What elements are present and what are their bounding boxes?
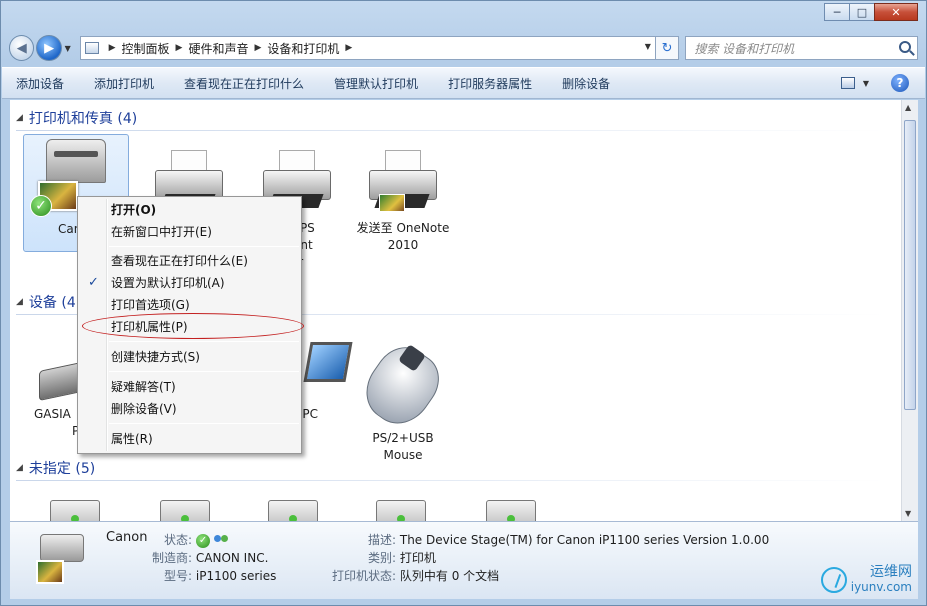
- section-printers-title: 打印机和传真 (4): [28, 111, 138, 127]
- details-model: 型号: iP1100 series: [164, 569, 277, 583]
- forward-arrow-icon[interactable]: ▶: [36, 35, 62, 61]
- address-dropdown-icon[interactable]: ▼: [645, 42, 651, 51]
- printer-icon: [365, 150, 441, 214]
- search-input[interactable]: 搜索 设备和打印机: [685, 36, 918, 60]
- section-unspecified-title: 未指定 (5): [28, 461, 96, 477]
- unspecified-device-icon[interactable]: [160, 500, 210, 521]
- control-panel-icon: [84, 42, 99, 54]
- vertical-scrollbar[interactable]: ▲ ▼: [901, 100, 918, 521]
- details-manufacturer: 制造商: CANON INC.: [152, 551, 269, 565]
- unspecified-device-icon[interactable]: [486, 500, 536, 521]
- address-row: ◀ ▶ ▼ ▶ 控制面板 ▶ 硬件和声音 ▶ 设备和打印机 ▶ ▼ ↻ 搜索 设…: [9, 33, 918, 63]
- toolbar-right: ▼ ?: [840, 74, 909, 92]
- menu-separator: [109, 423, 299, 424]
- view-dropdown-icon[interactable]: ▼: [863, 79, 869, 88]
- unspecified-device-icon[interactable]: [376, 500, 426, 521]
- maximize-button[interactable]: □: [849, 3, 875, 21]
- collapse-triangle-icon[interactable]: ◢: [16, 113, 23, 123]
- manage-default-printers-button[interactable]: 管理默认打印机: [334, 75, 418, 92]
- menu-item-open-new-window[interactable]: 在新窗口中打开(E): [80, 221, 299, 243]
- add-device-button[interactable]: 添加设备: [16, 75, 64, 92]
- remove-device-button[interactable]: 删除设备: [562, 75, 610, 92]
- device-label-line: 发送至 OneNote: [356, 221, 450, 235]
- help-icon[interactable]: ?: [891, 74, 909, 92]
- breadcrumb-devices-printers[interactable]: 设备和打印机: [267, 40, 339, 57]
- device-onenote-printer[interactable]: 发送至 OneNote 2010: [350, 150, 456, 254]
- search-icon[interactable]: [899, 41, 911, 53]
- details-pane: Canon 状态: ✓ 制造商: CANON INC. 型号: iP1100 se…: [10, 521, 918, 599]
- checkmark-icon: ✓: [88, 275, 99, 290]
- scroll-up-icon[interactable]: ▲: [905, 103, 911, 112]
- shared-users-icon: [214, 534, 230, 548]
- menu-item-properties[interactable]: 属性(R): [80, 428, 299, 450]
- mouse-icon: [353, 336, 451, 436]
- menu-item-troubleshoot[interactable]: 疑难解答(T): [80, 376, 299, 398]
- watermark: 运维网 iyunv.com: [820, 565, 912, 595]
- caption-buttons: ─ □ ✕: [824, 3, 918, 21]
- address-bar[interactable]: ▶ 控制面板 ▶ 硬件和声音 ▶ 设备和打印机 ▶ ▼: [79, 36, 656, 60]
- menu-item-create-shortcut[interactable]: 创建快捷方式(S): [80, 346, 299, 368]
- menu-item-remove-device[interactable]: 删除设备(V): [80, 398, 299, 420]
- details-category: 类别: 打印机: [368, 551, 436, 565]
- breadcrumb-control-panel[interactable]: 控制面板: [122, 40, 170, 57]
- minimize-button[interactable]: ─: [824, 3, 850, 21]
- section-devices-title: 设备 (4: [28, 295, 76, 311]
- explorer-window: ─ □ ✕ ◀ ▶ ▼ ▶ 控制面板 ▶ 硬件和声音 ▶ 设备和打印机 ▶ ▼ …: [0, 0, 927, 606]
- back-arrow-icon[interactable]: ◀: [9, 35, 35, 61]
- add-printer-button[interactable]: 添加打印机: [94, 75, 154, 92]
- breadcrumb-hardware-sound[interactable]: 硬件和声音: [188, 40, 248, 57]
- default-printer-check-icon: ✓: [30, 195, 52, 217]
- device-mouse[interactable]: PS/2+USB Mouse: [350, 336, 456, 464]
- see-whats-printing-button[interactable]: 查看现在正在打印什么: [184, 75, 304, 92]
- section-unspecified-header[interactable]: ◢ 未指定 (5): [16, 458, 886, 481]
- command-bar: 添加设备 添加打印机 查看现在正在打印什么 管理默认打印机 打印服务器属性 删除…: [2, 67, 925, 99]
- close-button[interactable]: ✕: [874, 3, 918, 21]
- device-label-line: 2010: [387, 238, 419, 252]
- status-ok-icon: ✓: [196, 533, 211, 548]
- highlight-ellipse-annotation: [82, 313, 304, 339]
- menu-separator: [109, 341, 299, 342]
- unspecified-device-icon[interactable]: [50, 500, 100, 521]
- section-printers-header[interactable]: ◢ 打印机和传真 (4): [16, 108, 886, 131]
- watermark-logo-icon: [820, 567, 847, 593]
- details-description: 描述: The Device Stage(TM) for Canon iP110…: [368, 533, 770, 547]
- menu-separator: [109, 371, 299, 372]
- details-device-name: Canon: [106, 530, 148, 545]
- details-printer-status: 打印机状态: 队列中有 0 个文档: [332, 569, 500, 583]
- print-server-properties-button[interactable]: 打印服务器属性: [448, 75, 532, 92]
- menu-item-set-default[interactable]: ✓ 设置为默认打印机(A): [80, 272, 299, 294]
- search-placeholder: 搜索 设备和打印机: [694, 41, 795, 56]
- collapse-triangle-icon[interactable]: ◢: [16, 463, 23, 473]
- scroll-down-icon[interactable]: ▼: [905, 509, 911, 518]
- scrollbar-thumb[interactable]: [904, 120, 916, 410]
- collapse-triangle-icon[interactable]: ◢: [16, 297, 23, 307]
- change-view-icon[interactable]: [840, 77, 855, 89]
- refresh-icon[interactable]: ↻: [655, 36, 680, 60]
- history-dropdown-icon[interactable]: ▼: [62, 44, 74, 53]
- details-printer-icon: [30, 530, 90, 590]
- menu-item-see-whats-printing[interactable]: 查看现在正在打印什么(E): [80, 250, 299, 272]
- unspecified-device-icon[interactable]: [268, 500, 318, 521]
- device-label-line: Mouse: [383, 448, 423, 462]
- breadcrumb: ▶ 控制面板 ▶ 硬件和声音 ▶ 设备和打印机 ▶: [108, 40, 353, 57]
- section-devices-header[interactable]: ◢ 设备 (4: [16, 292, 886, 315]
- details-status: 状态: ✓: [164, 531, 230, 548]
- device-label-line: PS/2+USB: [372, 431, 434, 445]
- menu-separator: [109, 246, 299, 247]
- menu-item-open[interactable]: 打开(O): [80, 199, 299, 221]
